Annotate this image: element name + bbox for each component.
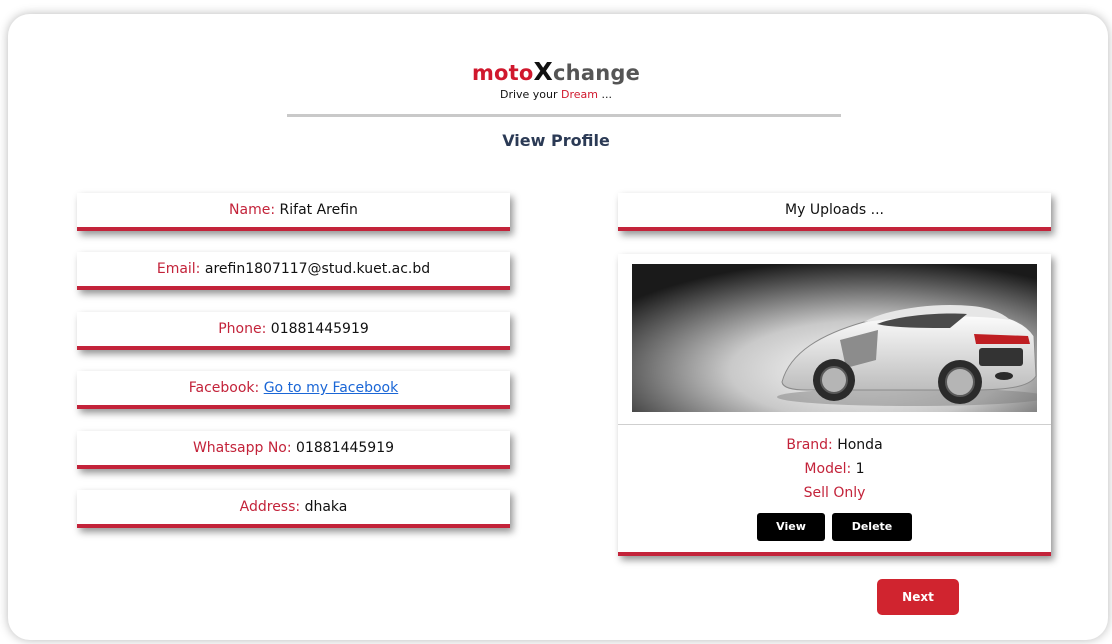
brand-header: motoXchange Drive your Dream ... [0,57,1112,101]
model-label: Model: [804,461,852,477]
whatsapp-label: Whatsapp No: [192,440,292,456]
header-divider [287,114,841,117]
profile-address-card: Address: dhaka [77,490,510,528]
car-illustration [632,264,1037,412]
address-label: Address: [239,499,301,515]
phone-value: 01881445919 [270,321,369,337]
model-value: 1 [855,461,865,477]
view-button[interactable]: View [757,513,825,541]
profile-name-card: Name: Rifat Arefin [77,193,510,231]
address-value: dhaka [304,499,348,515]
brand-value: Honda [837,437,883,453]
upload-brand: Brand: Honda [618,437,1051,453]
whatsapp-value: 01881445919 [296,440,395,456]
brand-logo-part-change: change [553,61,641,85]
my-uploads-heading: My Uploads ... [618,193,1051,231]
phone-label: Phone: [218,321,267,337]
tagline-prefix: Drive your [499,88,562,101]
email-value: arefin1807117@stud.kuet.ac.bd [204,261,431,277]
brand-label: Brand: [786,437,833,453]
tagline-suffix: ... [598,88,613,101]
delete-button[interactable]: Delete [832,513,912,541]
upload-model: Model: 1 [618,461,1051,477]
email-label: Email: [156,261,201,277]
my-uploads-label: My Uploads ... [785,202,884,218]
upload-item-card: Brand: Honda Model: 1 Sell Only View Del… [618,254,1051,556]
brand-logo-part-moto: moto [471,61,534,85]
upload-card-divider [618,424,1051,425]
name-label: Name: [229,202,276,218]
facebook-label: Facebook: [188,380,260,396]
facebook-link[interactable]: Go to my Facebook [264,380,399,396]
brand-logo-part-x: X [533,57,554,86]
upload-status: Sell Only [803,485,866,501]
next-button[interactable]: Next [877,579,959,615]
profile-phone-card: Phone: 01881445919 [77,312,510,350]
tagline-accent: Dream [561,88,599,101]
brand-logo: motoXchange [0,57,1112,86]
profile-whatsapp-card: Whatsapp No: 01881445919 [77,431,510,469]
profile-email-card: Email: arefin1807117@stud.kuet.ac.bd [77,252,510,290]
page-title: View Profile [502,131,610,150]
name-value: Rifat Arefin [279,202,358,218]
profile-facebook-card: Facebook: Go to my Facebook [77,371,510,409]
brand-tagline: Drive your Dream ... [0,88,1112,101]
car-image [632,264,1037,412]
